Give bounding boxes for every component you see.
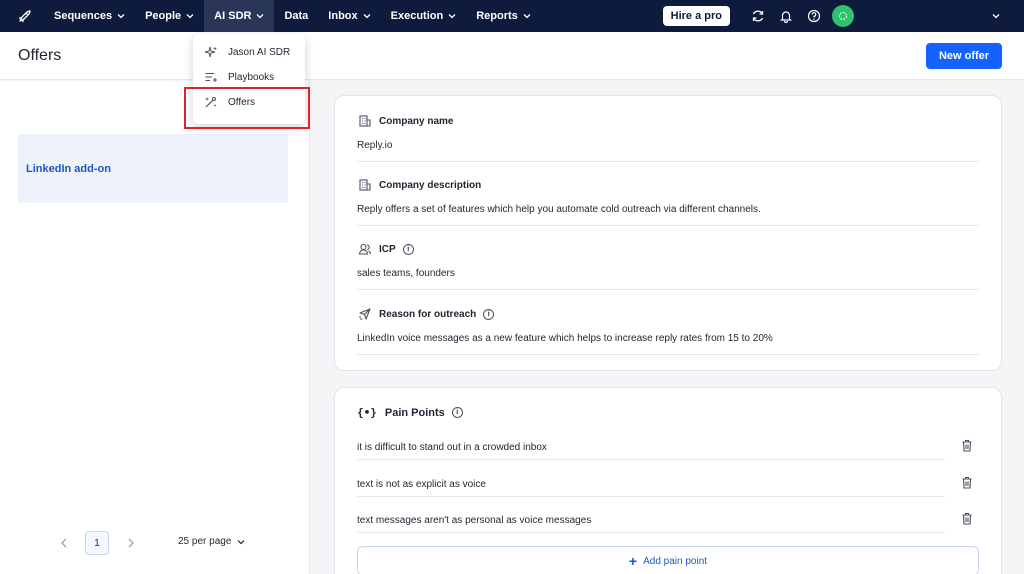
- next-page-icon[interactable]: [124, 536, 138, 550]
- playbook-list-icon: [203, 69, 219, 85]
- page-title: Offers: [18, 47, 62, 64]
- nav-people[interactable]: People: [135, 0, 204, 32]
- rocket-icon[interactable]: [6, 0, 44, 32]
- offers-list-panel: LinkedIn add-on 1 25 per page: [0, 81, 310, 574]
- menu-item-label: Playbooks: [228, 71, 275, 83]
- offer-list-item[interactable]: LinkedIn add-on: [18, 134, 288, 203]
- pain-points-card: {•} Pain Points i it is difficult to sta…: [334, 387, 1002, 574]
- menu-item-playbooks[interactable]: Playbooks: [203, 67, 274, 87]
- plus-icon: +: [628, 553, 638, 569]
- pain-points-title: Pain Points: [384, 406, 445, 419]
- nav-label: People: [145, 10, 182, 22]
- send-icon: [357, 306, 373, 322]
- nav-label: Inbox: [328, 10, 358, 22]
- pain-points-title-row: {•} Pain Points i: [357, 406, 463, 419]
- nav-label: AI SDR: [214, 10, 252, 22]
- chevron-down-icon: [448, 14, 456, 19]
- bell-icon[interactable]: [772, 0, 800, 32]
- pagination: 1 25 per page: [0, 530, 310, 558]
- per-page-select[interactable]: 25 per page: [178, 536, 245, 547]
- company-name-label: Company name: [379, 115, 454, 127]
- info-icon[interactable]: i: [483, 308, 495, 320]
- sparkle-icon: [203, 44, 219, 60]
- nav-inbox[interactable]: Inbox: [318, 0, 380, 32]
- company-name-value[interactable]: Reply.io: [357, 140, 979, 162]
- building-icon: [357, 177, 373, 193]
- account-switcher[interactable]: [862, 0, 982, 32]
- nav-execution[interactable]: Execution: [381, 0, 467, 32]
- nav-reports[interactable]: Reports: [466, 0, 541, 32]
- highlight-box: [184, 87, 310, 129]
- avatar[interactable]: [832, 5, 854, 27]
- company-description-label: Company description: [379, 179, 482, 191]
- chevron-down-icon: [256, 14, 264, 19]
- icp-value[interactable]: sales teams, founders: [357, 268, 979, 290]
- company-description-field: Company description Reply offers a set o…: [357, 178, 979, 226]
- field-label-row: Company description: [357, 178, 979, 192]
- nav-sequences[interactable]: Sequences: [44, 0, 135, 32]
- nav-label: Reports: [476, 10, 518, 22]
- offer-details: Company name Reply.io Company descriptio…: [311, 81, 1024, 574]
- refresh-icon[interactable]: [744, 0, 772, 32]
- reason-for-outreach-field: Reason for outreach i LinkedIn voice mes…: [357, 307, 979, 355]
- nav-label: Execution: [390, 10, 444, 22]
- per-page-label: 25 per page: [178, 536, 232, 547]
- menu-item-label: Jason AI SDR: [228, 46, 291, 58]
- chevron-down-icon: [523, 14, 531, 19]
- nav-right-group: Hire a pro: [662, 0, 1024, 32]
- pain-point-row[interactable]: it is difficult to stand out in a crowde…: [357, 438, 945, 460]
- nav-data[interactable]: Data: [274, 0, 318, 32]
- chevron-down-icon: [117, 14, 125, 19]
- pain-point-row[interactable]: text is not as explicit as voice: [357, 475, 945, 497]
- company-description-value[interactable]: Reply offers a set of features which hel…: [357, 204, 979, 226]
- users-icon: [357, 241, 373, 257]
- company-name-field: Company name Reply.io: [357, 114, 979, 162]
- trash-icon[interactable]: [961, 439, 975, 453]
- field-label-row: ICP i: [357, 242, 979, 256]
- reason-label: Reason for outreach: [379, 308, 477, 320]
- page-header: Offers New offer: [0, 32, 1024, 80]
- chevron-down-icon[interactable]: [982, 0, 1010, 32]
- add-pain-point-label: Add pain point: [643, 555, 708, 567]
- trash-icon[interactable]: [961, 512, 975, 526]
- menu-item-jason-ai-sdr[interactable]: Jason AI SDR: [203, 42, 290, 62]
- help-icon[interactable]: [800, 0, 828, 32]
- icp-field: ICP i sales teams, founders: [357, 242, 979, 290]
- building-icon: [357, 113, 373, 129]
- info-icon[interactable]: i: [402, 243, 414, 255]
- nav-label: Data: [284, 10, 309, 22]
- reason-value[interactable]: LinkedIn voice messages as a new feature…: [357, 333, 979, 355]
- new-offer-button[interactable]: New offer: [926, 43, 1002, 69]
- add-pain-point-button[interactable]: + Add pain point: [357, 546, 979, 574]
- top-navbar: Sequences People AI SDR Data Inbox Execu…: [0, 0, 1024, 32]
- field-label-row: Company name: [357, 114, 979, 128]
- info-icon[interactable]: i: [451, 407, 463, 418]
- hire-a-pro-button[interactable]: Hire a pro: [662, 6, 730, 26]
- braces-icon: {•}: [357, 406, 377, 419]
- nav-label: Sequences: [54, 10, 113, 22]
- chevron-down-icon: [237, 539, 245, 544]
- icp-label: ICP: [379, 243, 396, 255]
- chevron-down-icon: [186, 14, 194, 19]
- nav-ai-sdr[interactable]: AI SDR: [204, 0, 275, 32]
- chevron-down-icon: [363, 14, 371, 19]
- field-label-row: Reason for outreach i: [357, 307, 979, 321]
- trash-icon[interactable]: [961, 476, 975, 490]
- prev-page-icon[interactable]: [57, 536, 71, 550]
- offer-details-card: Company name Reply.io Company descriptio…: [334, 95, 1002, 371]
- pain-point-row[interactable]: text messages aren't as personal as voic…: [357, 511, 945, 533]
- page-number-current[interactable]: 1: [85, 531, 109, 555]
